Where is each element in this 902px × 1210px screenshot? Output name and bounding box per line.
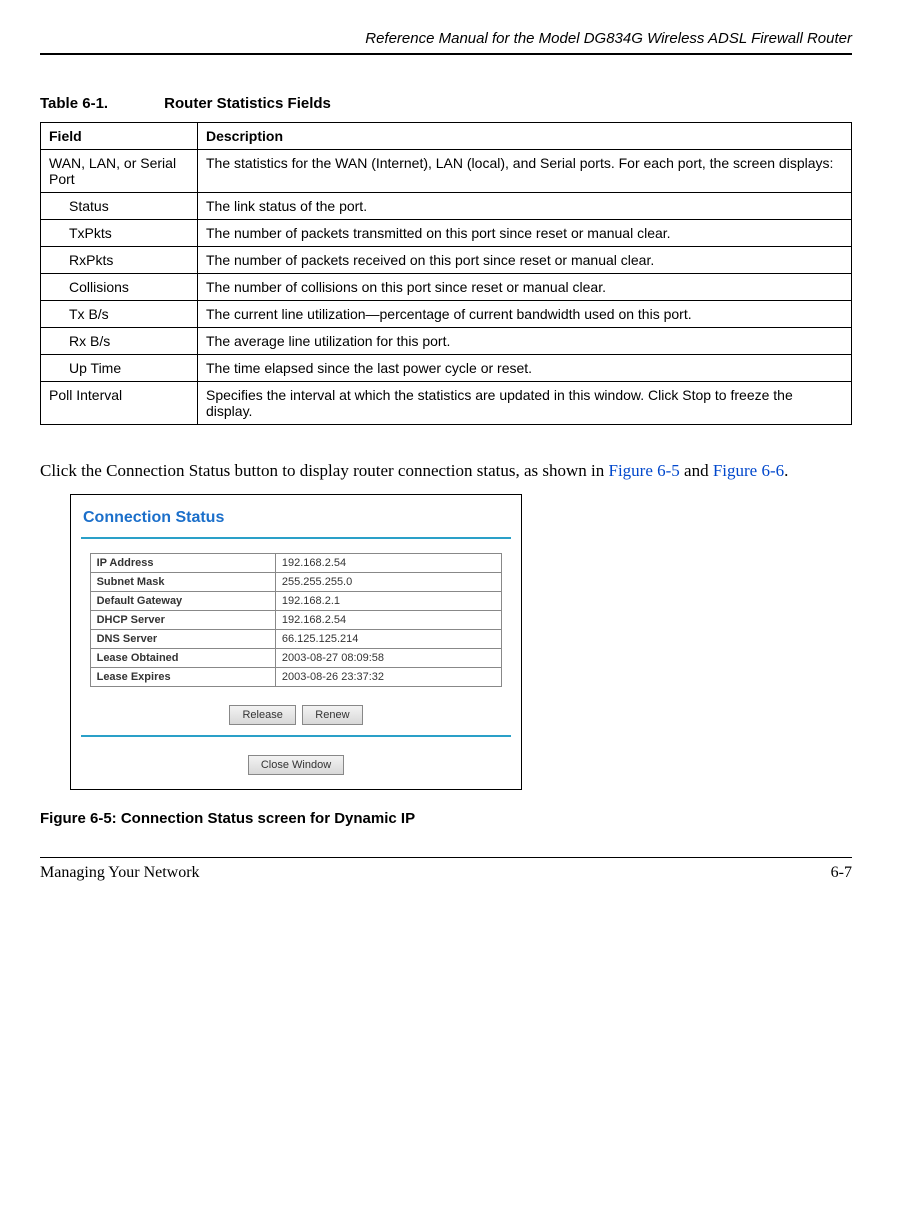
footer-left: Managing Your Network <box>40 864 200 882</box>
release-button[interactable]: Release <box>229 705 295 725</box>
table-row: TxPktsThe number of packets transmitted … <box>41 220 852 247</box>
footer-right: 6-7 <box>831 864 852 882</box>
th-field: Field <box>41 123 198 150</box>
body-paragraph: Click the Connection Status button to di… <box>40 460 852 482</box>
cell-key: Lease Expires <box>90 668 275 687</box>
connection-status-screenshot: Connection Status IP Address192.168.2.54… <box>70 494 522 790</box>
cell-desc: The average line utilization for this po… <box>198 328 852 355</box>
cell-desc: The statistics for the WAN (Internet), L… <box>198 150 852 193</box>
table-row: Lease Obtained2003-08-27 08:09:58 <box>90 649 502 668</box>
button-row: Close Window <box>81 755 511 775</box>
cell-desc: Specifies the interval at which the stat… <box>198 382 852 425</box>
para-text: and <box>680 461 713 480</box>
cell-desc: The current line utilization—percentage … <box>198 301 852 328</box>
router-stats-table: Field Description WAN, LAN, or Serial Po… <box>40 122 852 425</box>
table-row: DNS Server66.125.125.214 <box>90 630 502 649</box>
cell-key: DNS Server <box>90 630 275 649</box>
cell-desc: The number of collisions on this port si… <box>198 274 852 301</box>
figure-caption: Figure 6-5: Connection Status screen for… <box>40 810 852 827</box>
table-caption: Table 6-1. Router Statistics Fields <box>40 95 852 112</box>
connection-status-table: IP Address192.168.2.54 Subnet Mask255.25… <box>90 553 503 687</box>
cell-field: WAN, LAN, or Serial Port <box>41 150 198 193</box>
renew-button[interactable]: Renew <box>302 705 362 725</box>
cell-field: Up Time <box>41 355 198 382</box>
cell-desc: The number of packets received on this p… <box>198 247 852 274</box>
cell-key: IP Address <box>90 554 275 573</box>
table-title: Router Statistics Fields <box>164 95 331 112</box>
cell-val: 2003-08-26 23:37:32 <box>275 668 502 687</box>
cell-val: 255.255.255.0 <box>275 573 502 592</box>
table-row: IP Address192.168.2.54 <box>90 554 502 573</box>
cell-field: Collisions <box>41 274 198 301</box>
table-row: DHCP Server192.168.2.54 <box>90 611 502 630</box>
cell-key: DHCP Server <box>90 611 275 630</box>
cell-key: Subnet Mask <box>90 573 275 592</box>
doc-header-title: Reference Manual for the Model DG834G Wi… <box>40 30 852 47</box>
table-row: StatusThe link status of the port. <box>41 193 852 220</box>
cell-field: TxPkts <box>41 220 198 247</box>
table-row: Up TimeThe time elapsed since the last p… <box>41 355 852 382</box>
table-row: WAN, LAN, or Serial PortThe statistics f… <box>41 150 852 193</box>
divider <box>81 735 511 737</box>
button-row: Release Renew <box>81 705 511 725</box>
cell-desc: The time elapsed since the last power cy… <box>198 355 852 382</box>
cell-field: Rx B/s <box>41 328 198 355</box>
cell-val: 2003-08-27 08:09:58 <box>275 649 502 668</box>
table-number: Table 6-1. <box>40 95 160 112</box>
table-row: Default Gateway192.168.2.1 <box>90 592 502 611</box>
table-row: Poll IntervalSpecifies the interval at w… <box>41 382 852 425</box>
cell-desc: The number of packets transmitted on thi… <box>198 220 852 247</box>
page-footer: Managing Your Network 6-7 <box>40 864 852 882</box>
cell-field: RxPkts <box>41 247 198 274</box>
cell-key: Lease Obtained <box>90 649 275 668</box>
cell-key: Default Gateway <box>90 592 275 611</box>
cell-val: 66.125.125.214 <box>275 630 502 649</box>
th-description: Description <box>198 123 852 150</box>
figure-link-6-5[interactable]: Figure 6-5 <box>609 461 680 480</box>
cell-val: 192.168.2.1 <box>275 592 502 611</box>
table-row: Tx B/sThe current line utilization—perce… <box>41 301 852 328</box>
cell-val: 192.168.2.54 <box>275 611 502 630</box>
cell-field: Tx B/s <box>41 301 198 328</box>
close-window-button[interactable]: Close Window <box>248 755 344 775</box>
connection-status-title: Connection Status <box>81 505 511 537</box>
cell-desc: The link status of the port. <box>198 193 852 220</box>
table-row: Subnet Mask255.255.255.0 <box>90 573 502 592</box>
footer-rule <box>40 857 852 858</box>
cell-field: Poll Interval <box>41 382 198 425</box>
figure-link-6-6[interactable]: Figure 6-6 <box>713 461 784 480</box>
table-row: RxPktsThe number of packets received on … <box>41 247 852 274</box>
table-row: CollisionsThe number of collisions on th… <box>41 274 852 301</box>
table-row: Lease Expires2003-08-26 23:37:32 <box>90 668 502 687</box>
table-row: Rx B/sThe average line utilization for t… <box>41 328 852 355</box>
para-text: Click the Connection Status button to di… <box>40 461 609 480</box>
cell-field: Status <box>41 193 198 220</box>
header-rule <box>40 53 852 55</box>
para-text: . <box>784 461 788 480</box>
cell-val: 192.168.2.54 <box>275 554 502 573</box>
divider <box>81 537 511 539</box>
